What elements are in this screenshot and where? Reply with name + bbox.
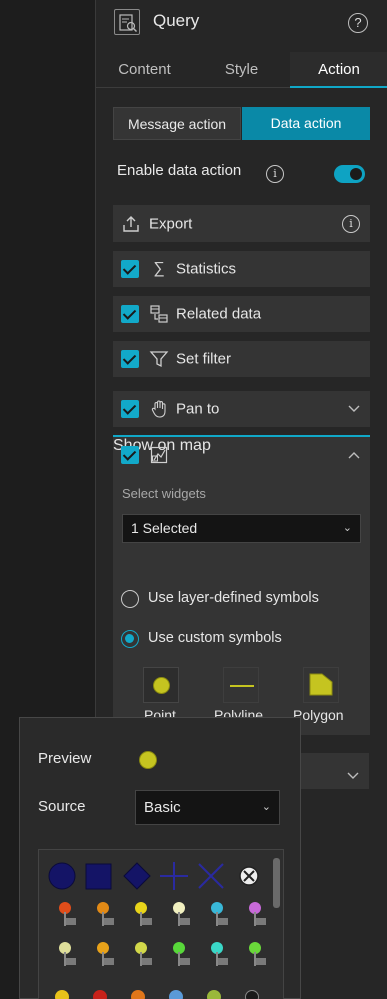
pin-symbol[interactable] bbox=[209, 942, 229, 972]
show-on-map-icon bbox=[149, 445, 169, 465]
source-dropdown[interactable]: Basic ⌄ bbox=[135, 790, 280, 825]
symbol-preview bbox=[139, 751, 157, 769]
settings-tabs: Content Style Action bbox=[96, 52, 387, 88]
statistics-checkbox[interactable] bbox=[121, 260, 139, 278]
filter-icon bbox=[149, 349, 169, 369]
export-icon bbox=[121, 214, 141, 234]
source-label: Source bbox=[38, 798, 86, 815]
related-table-icon bbox=[149, 304, 169, 324]
pin-symbol[interactable] bbox=[133, 902, 153, 932]
chevron-down-icon[interactable] bbox=[348, 402, 360, 416]
polygon-symbol-button[interactable] bbox=[303, 667, 339, 703]
custom-symbols-radio[interactable] bbox=[121, 630, 139, 648]
select-widgets-value: 1 Selected bbox=[131, 520, 198, 536]
help-icon[interactable]: ? bbox=[348, 13, 368, 33]
info-icon[interactable]: i bbox=[266, 165, 284, 183]
page-title: Query bbox=[153, 11, 200, 30]
round-symbol[interactable] bbox=[55, 990, 69, 999]
enable-data-action-label: Enable data action bbox=[117, 162, 242, 179]
chevron-down-icon[interactable] bbox=[347, 767, 359, 785]
tab-content[interactable]: Content bbox=[96, 52, 193, 88]
select-widgets-label: Select widgets bbox=[122, 486, 206, 501]
source-value: Basic bbox=[144, 799, 181, 816]
action-label-set-filter: Set filter bbox=[176, 350, 232, 368]
data-action-button[interactable]: Data action bbox=[242, 107, 370, 140]
pin-symbol[interactable] bbox=[95, 902, 115, 932]
action-item-set-filter[interactable]: Set filter bbox=[113, 341, 370, 377]
custom-symbols-label: Use custom symbols bbox=[148, 630, 282, 646]
select-widgets-dropdown[interactable]: 1 Selected ⌄ bbox=[122, 514, 361, 543]
diamond-symbol bbox=[123, 862, 151, 890]
pin-symbol[interactable] bbox=[95, 942, 115, 972]
pin-symbol[interactable] bbox=[247, 942, 267, 972]
polyline-symbol-button[interactable] bbox=[223, 667, 259, 703]
symbol-gallery bbox=[38, 849, 284, 999]
sigma-icon: ∑ bbox=[153, 260, 165, 277]
action-label-export: Export bbox=[149, 215, 193, 232]
pan-to-checkbox[interactable] bbox=[121, 400, 139, 418]
layer-defined-symbols-label: Use layer-defined symbols bbox=[148, 590, 319, 606]
action-label-pan-to: Pan to bbox=[176, 400, 220, 418]
square-symbol bbox=[85, 863, 112, 890]
round-symbol[interactable] bbox=[131, 990, 145, 999]
message-action-button[interactable]: Message action bbox=[113, 107, 241, 140]
chevron-down-icon: ⌄ bbox=[342, 522, 352, 534]
round-symbol[interactable] bbox=[207, 990, 221, 999]
round-symbol[interactable] bbox=[245, 990, 259, 999]
tab-action[interactable]: Action bbox=[290, 52, 387, 88]
point-symbol-icon bbox=[153, 677, 170, 694]
pin-symbol[interactable] bbox=[133, 942, 153, 972]
point-symbol-button[interactable] bbox=[143, 667, 179, 703]
action-item-related-data[interactable]: Related data bbox=[113, 296, 370, 332]
pan-hand-icon bbox=[149, 399, 169, 419]
tab-style[interactable]: Style bbox=[193, 52, 290, 88]
chevron-down-icon: ⌄ bbox=[261, 801, 271, 813]
chevron-up-icon[interactable] bbox=[348, 448, 360, 462]
panel-header: Query ? bbox=[96, 0, 387, 44]
export-info-icon[interactable]: i bbox=[342, 215, 360, 233]
preview-label: Preview bbox=[38, 750, 92, 767]
polygon-symbol-icon bbox=[309, 673, 333, 696]
symbol-selector-popup: Preview Source Basic ⌄ bbox=[19, 717, 301, 999]
pin-symbol[interactable] bbox=[171, 942, 191, 972]
cross-symbol bbox=[160, 862, 188, 890]
gallery-scrollbar[interactable] bbox=[273, 858, 280, 908]
query-widget-icon bbox=[114, 9, 140, 35]
set-filter-checkbox[interactable] bbox=[121, 350, 139, 368]
pin-symbol[interactable] bbox=[57, 902, 77, 932]
circle-symbol bbox=[48, 862, 76, 890]
enable-data-action-toggle[interactable] bbox=[334, 165, 365, 183]
action-item-statistics[interactable]: ∑ Statistics bbox=[113, 251, 370, 287]
action-item-export[interactable]: Export i bbox=[113, 205, 370, 242]
pin-symbol[interactable] bbox=[57, 942, 77, 972]
basic-shapes-row bbox=[48, 862, 259, 890]
show-on-map-checkbox[interactable] bbox=[121, 446, 139, 464]
pin-symbol[interactable] bbox=[209, 902, 229, 932]
round-symbol[interactable] bbox=[169, 990, 183, 999]
pin-symbol[interactable] bbox=[171, 902, 191, 932]
action-label-related-data: Related data bbox=[176, 305, 262, 323]
polyline-symbol-icon bbox=[230, 685, 254, 687]
round-symbol[interactable] bbox=[93, 990, 107, 999]
pin-symbol[interactable] bbox=[247, 902, 267, 932]
action-item-pan-to[interactable]: Pan to bbox=[113, 391, 370, 427]
x-symbol bbox=[198, 863, 224, 889]
related-data-checkbox[interactable] bbox=[121, 305, 139, 323]
show-on-map-header[interactable]: Show on map bbox=[113, 437, 370, 473]
layer-defined-symbols-radio[interactable] bbox=[121, 590, 139, 608]
action-label-statistics: Statistics bbox=[176, 260, 237, 278]
